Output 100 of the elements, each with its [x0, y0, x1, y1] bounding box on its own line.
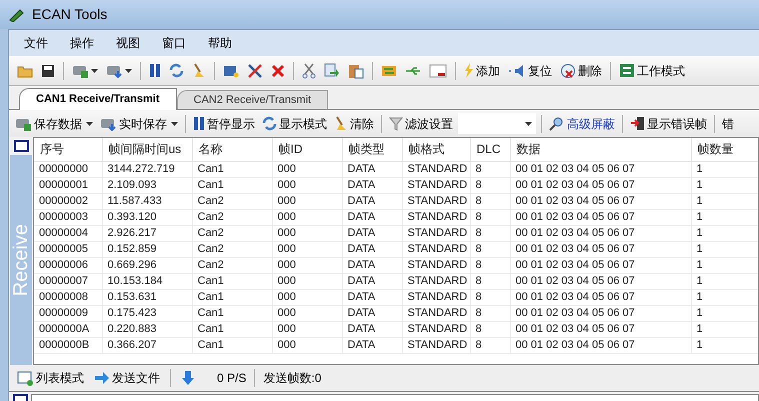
toolbar-button[interactable]: 保存数据: [13, 112, 95, 134]
table-cell: 00000008: [34, 289, 102, 305]
table-cell: 1: [691, 337, 758, 353]
delete-icon: [560, 62, 576, 78]
table-cell: DATA: [342, 209, 402, 225]
table-cell: 0.153.631: [102, 289, 192, 305]
column-header[interactable]: 序号: [34, 138, 102, 161]
toolbar-button[interactable]: 发送文件: [92, 367, 162, 389]
column-header[interactable]: 帧类型: [342, 138, 402, 161]
table-cell: 000: [272, 161, 342, 177]
table-cell: 8: [470, 289, 510, 305]
toolbar-button[interactable]: 添加: [462, 60, 502, 82]
toolbar-button[interactable]: 高级屏蔽: [547, 112, 617, 134]
database-add-icon: [15, 116, 32, 131]
copy-icon: [324, 63, 340, 78]
caret-icon: [86, 122, 93, 126]
rate-label: 0 P/S: [217, 370, 246, 387]
tab[interactable]: CAN2 Receive/Transmit: [176, 90, 328, 109]
table-cell: DATA: [342, 321, 402, 337]
table-cell: DATA: [342, 273, 402, 289]
table-cell: 00 01 02 03 04 05 06 07: [510, 161, 691, 177]
table-cell: 0.220.883: [102, 321, 192, 337]
toolbar-button[interactable]: 滤波设置: [387, 112, 455, 134]
table-cell: 00000007: [34, 273, 102, 289]
menu-item[interactable]: 视图: [116, 34, 140, 52]
table-cell: 00000009: [34, 305, 102, 321]
panel-icon[interactable]: [14, 140, 28, 152]
column-header[interactable]: 帧间隔时间us: [102, 138, 192, 161]
table-cell: 0.175.423: [102, 305, 192, 321]
table-cell: 8: [470, 193, 510, 209]
broom-icon: [334, 116, 348, 131]
toolbar-button[interactable]: 错: [720, 112, 736, 134]
toolbar-button[interactable]: 显示模式: [260, 112, 329, 134]
table-cell: 1: [691, 305, 758, 321]
menu-item[interactable]: 帮助: [208, 34, 232, 52]
menu-item[interactable]: 窗口: [162, 34, 186, 52]
table-cell: STANDARD: [402, 257, 470, 273]
table-cell: 000: [272, 273, 342, 289]
dropdown-field[interactable]: [458, 113, 536, 134]
table-cell: DATA: [342, 161, 402, 177]
table-cell: 00 01 02 03 04 05 06 07: [510, 241, 691, 257]
column-header[interactable]: 数据: [510, 138, 691, 161]
column-header[interactable]: DLC: [470, 138, 510, 161]
column-header[interactable]: 帧格式: [402, 138, 470, 161]
table-cell: 00000005: [34, 241, 102, 257]
side-panel-label: Receive: [9, 224, 33, 296]
table-cell: Can1: [192, 273, 272, 289]
database-add-icon: [72, 63, 89, 78]
table-cell: DATA: [342, 225, 402, 241]
database-download-icon: [106, 63, 123, 78]
table-cell: Can1: [192, 161, 272, 177]
toolbar-button[interactable]: 工作模式: [617, 60, 687, 82]
toolbar-button[interactable]: 删除: [558, 60, 604, 82]
menu-item[interactable]: 文件: [24, 34, 48, 52]
table-cell: Can2: [192, 225, 272, 241]
table-cell: 1: [691, 321, 758, 337]
column-header[interactable]: 帧数量: [691, 138, 758, 161]
table-cell: 8: [470, 257, 510, 273]
table-cell: 00 01 02 03 04 05 06 07: [510, 257, 691, 273]
table-cell: Can1: [192, 177, 272, 193]
close-icon: [271, 64, 285, 78]
save-icon: [41, 64, 55, 78]
table-cell: 1: [691, 209, 758, 225]
table-cell: 1: [691, 257, 758, 273]
table-cell: 8: [470, 209, 510, 225]
table-cell: 00 01 02 03 04 05 06 07: [510, 305, 691, 321]
toolbar-button[interactable]: 清除: [332, 112, 376, 134]
toolbar-button[interactable]: 复位: [506, 60, 554, 82]
table-cell: 2.926.217: [102, 225, 192, 241]
speaker-icon: [508, 64, 526, 78]
table-cell: STANDARD: [402, 321, 470, 337]
arrow-down-icon: [181, 370, 195, 386]
table-cell: 11.587.433: [102, 193, 192, 209]
table-cell: 0.669.296: [102, 257, 192, 273]
table-cell: 00000000: [34, 161, 102, 177]
table-cell: 00000006: [34, 257, 102, 273]
toolbar-button[interactable]: 暂停显示: [191, 112, 257, 134]
toolbar-button[interactable]: 列表模式: [15, 367, 86, 389]
toolbar-button[interactable]: 显示错误帧: [628, 112, 709, 134]
menu-item[interactable]: 操作: [70, 34, 94, 52]
table-cell: 1: [691, 193, 758, 209]
table-cell: 0000000B: [34, 337, 102, 353]
table-cell: 00 01 02 03 04 05 06 07: [510, 193, 691, 209]
list-icon: [17, 370, 34, 386]
table-cell: 8: [470, 337, 510, 353]
table-cell: 0.366.207: [102, 337, 192, 353]
panel-icon[interactable]: [13, 394, 28, 401]
table-cell: 3144.272.719: [102, 161, 192, 177]
window-icon: [429, 64, 447, 78]
table-cell: DATA: [342, 241, 402, 257]
caret-icon: [91, 68, 98, 72]
table-cell: 00000001: [34, 177, 102, 193]
tab[interactable]: CAN1 Receive/Transmit: [19, 88, 176, 110]
column-header[interactable]: 名称: [192, 138, 272, 161]
arrow-right-icon: [94, 372, 110, 384]
refresh-icon: [262, 116, 277, 131]
table-cell: 8: [470, 273, 510, 289]
table-cell: Can1: [192, 337, 272, 353]
column-header[interactable]: 帧ID: [272, 138, 342, 161]
toolbar-button[interactable]: 实时保存: [98, 112, 180, 134]
